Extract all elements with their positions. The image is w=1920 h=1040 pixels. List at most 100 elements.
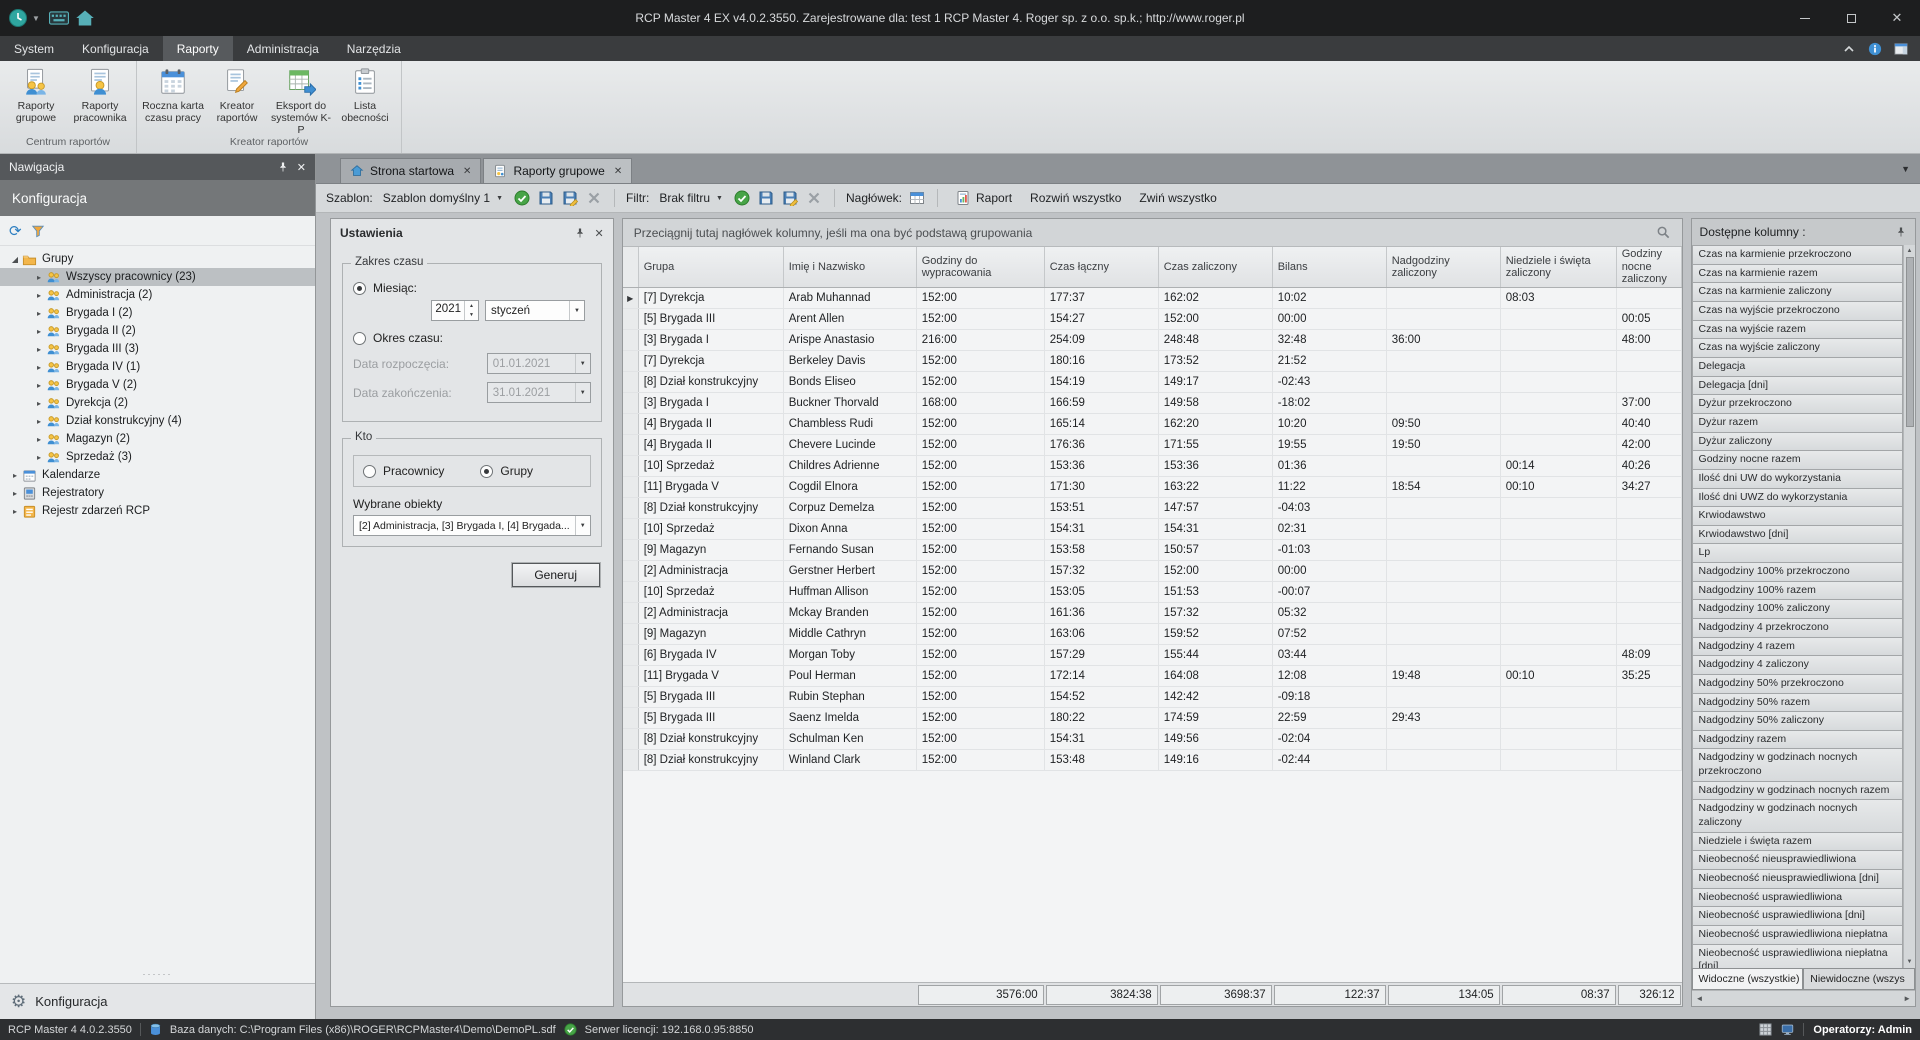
table-row[interactable]: [2] AdministracjaMckay Branden152:00161:… xyxy=(623,603,1682,624)
scrollbar-thumb[interactable] xyxy=(1906,257,1914,427)
ribbon-button-raporty-grupowe[interactable]: Raporty grupowe xyxy=(4,64,68,136)
column-header-niedziele-i-święta-zaliczony[interactable]: Niedziele i święta zaliczony xyxy=(1501,247,1617,287)
available-column-item[interactable]: Nadgodziny w godzinach nocnych przekrocz… xyxy=(1692,749,1903,781)
vertical-scrollbar[interactable]: ▲ ▼ xyxy=(1903,245,1915,968)
available-column-item[interactable]: Czas na wyjście zaliczony xyxy=(1692,339,1903,358)
column-header-nadgodziny-zaliczony[interactable]: Nadgodziny zaliczony xyxy=(1387,247,1501,287)
keyboard-icon[interactable] xyxy=(46,6,72,30)
collapsed-icon[interactable]: ▸ xyxy=(32,327,46,336)
table-row[interactable]: [8] Dział konstrukcyjnyBonds Eliseo152:0… xyxy=(623,372,1682,393)
available-column-item[interactable]: Nadgodziny w godzinach nocnych razem xyxy=(1692,782,1903,801)
wybrane-obiekty-combo[interactable]: [2] Administracja, [3] Brygada I, [4] Br… xyxy=(353,515,591,536)
available-column-item[interactable]: Czas na karmienie zaliczony xyxy=(1692,283,1903,302)
save-filter-icon[interactable] xyxy=(757,189,775,207)
menu-administracja[interactable]: Administracja xyxy=(233,36,333,61)
collapsed-icon[interactable]: ▸ xyxy=(32,363,46,372)
table-row[interactable]: [11] Brygada VPoul Herman152:00172:14164… xyxy=(623,666,1682,687)
table-row[interactable]: [10] SprzedażDixon Anna152:00154:31154:3… xyxy=(623,519,1682,540)
expanded-icon[interactable]: ◢ xyxy=(8,255,22,264)
okres-czasu-radio[interactable]: Okres czasu: xyxy=(353,331,591,345)
apply-template-icon[interactable] xyxy=(513,189,531,207)
group-by-hint-bar[interactable]: Przeciągnij tutaj nagłówek kolumny, jeśl… xyxy=(623,219,1682,247)
save-template-icon[interactable] xyxy=(537,189,555,207)
available-column-item[interactable]: Lp xyxy=(1692,544,1903,563)
available-column-item[interactable]: Czas na wyjście razem xyxy=(1692,321,1903,340)
tree-item-magazyn-2[interactable]: ▸Magazyn (2) xyxy=(0,430,315,448)
zwin-wszystko-button[interactable]: Zwiń wszystko xyxy=(1133,189,1222,207)
tab-list-chevron-icon[interactable]: ▼ xyxy=(1901,164,1910,174)
ribbon-button-lista-obecności[interactable]: Lista obecności xyxy=(333,64,397,136)
tree-item-sprzedaż-3[interactable]: ▸Sprzedaż (3) xyxy=(0,448,315,466)
available-column-item[interactable]: Czas na karmienie razem xyxy=(1692,265,1903,284)
available-column-item[interactable]: Nieobecność usprawiedliwiona [dni] xyxy=(1692,907,1903,926)
available-column-item[interactable]: Nieobecność nieusprawiedliwiona xyxy=(1692,851,1903,870)
column-header-godziny-do-wypracowania[interactable]: Godziny do wypracowania xyxy=(917,247,1045,287)
table-row[interactable]: [8] Dział konstrukcyjnyWinland Clark152:… xyxy=(623,750,1682,771)
refresh-icon[interactable]: ⟳ xyxy=(9,222,22,240)
tree-item-brygada-v-2[interactable]: ▸Brygada V (2) xyxy=(0,376,315,394)
ribbon-button-roczna-karta-czasu-pracy[interactable]: Roczna karta czasu pracy xyxy=(141,64,205,136)
close-button[interactable]: ✕ xyxy=(1874,0,1920,36)
ribbon-button-kreator-raportów[interactable]: Kreator raportów xyxy=(205,64,269,136)
available-column-item[interactable]: Nieobecność nieusprawiedliwiona [dni] xyxy=(1692,870,1903,889)
generuj-button[interactable]: Generuj xyxy=(512,563,600,587)
scroll-down-icon[interactable]: ▼ xyxy=(1907,956,1913,968)
available-column-item[interactable]: Dyżur zaliczony xyxy=(1692,433,1903,452)
collapsed-icon[interactable]: ▸ xyxy=(32,291,46,300)
grid-icon[interactable] xyxy=(1759,1023,1772,1036)
available-column-item[interactable]: Nadgodziny 100% zaliczony xyxy=(1692,600,1903,619)
available-column-item[interactable]: Delegacja [dni] xyxy=(1692,377,1903,396)
tab-raporty-grupowe[interactable]: Raporty grupowe✕ xyxy=(483,158,632,183)
table-row[interactable]: [8] Dział konstrukcyjnyCorpuz Demelza152… xyxy=(623,498,1682,519)
available-column-item[interactable]: Krwiodawstwo [dni] xyxy=(1692,526,1903,545)
available-column-item[interactable]: Nadgodziny 100% przekroczono xyxy=(1692,563,1903,582)
available-column-item[interactable]: Czas na wyjście przekroczono xyxy=(1692,302,1903,321)
save-filter-as-icon[interactable] xyxy=(781,189,799,207)
delete-template-icon[interactable] xyxy=(585,189,603,207)
raport-button[interactable]: Raport xyxy=(949,188,1018,208)
info-icon[interactable] xyxy=(1868,42,1882,56)
scroll-left-icon[interactable]: ◄ xyxy=(1696,994,1704,1003)
ribbon-button-raporty-pracownika[interactable]: Raporty pracownika xyxy=(68,64,132,136)
horizontal-scrollbar[interactable]: ◄ ► xyxy=(1692,990,1915,1006)
table-row[interactable]: [10] SprzedażHuffman Allison152:00153:05… xyxy=(623,582,1682,603)
tree-item-dyrekcja-2[interactable]: ▸Dyrekcja (2) xyxy=(0,394,315,412)
table-row[interactable]: [5] Brygada IIISaenz Imelda152:00180:221… xyxy=(623,708,1682,729)
available-column-item[interactable]: Nadgodziny 4 zaliczony xyxy=(1692,656,1903,675)
tree-item-grupy[interactable]: ◢Grupy xyxy=(0,250,315,268)
column-header-grupa[interactable]: Grupa xyxy=(639,247,784,287)
menu-konfiguracja[interactable]: Konfiguracja xyxy=(68,36,163,61)
table-row[interactable]: [11] Brygada VCogdil Elnora152:00171:301… xyxy=(623,477,1682,498)
home-icon[interactable] xyxy=(72,6,98,30)
menu-raporty[interactable]: Raporty xyxy=(163,36,233,61)
tree-item-kalendarze[interactable]: ▸Kalendarze xyxy=(0,466,315,484)
collapsed-icon[interactable]: ▸ xyxy=(8,489,22,498)
tab-strona-startowa[interactable]: Strona startowa✕ xyxy=(340,158,481,183)
collapsed-icon[interactable]: ▸ xyxy=(32,345,46,354)
nav-module-konfiguracja[interactable]: ⚙ Konfiguracja xyxy=(0,983,315,1019)
pin-icon[interactable] xyxy=(1895,226,1907,238)
table-row[interactable]: [7] DyrekcjaBerkeley Davis152:00180:1617… xyxy=(623,351,1682,372)
table-row[interactable]: [4] Brygada IIChevere Lucinde152:00176:3… xyxy=(623,435,1682,456)
available-column-item[interactable]: Nadgodziny 50% zaliczony xyxy=(1692,712,1903,731)
available-column-item[interactable]: Nadgodziny w godzinach nocnych zaliczony xyxy=(1692,800,1903,832)
quick-access-caret-icon[interactable]: ▼ xyxy=(32,14,40,23)
maximize-button[interactable] xyxy=(1828,0,1874,36)
available-column-item[interactable]: Krwiodawstwo xyxy=(1692,507,1903,526)
table-row[interactable]: [3] Brygada IArispe Anastasio216:00254:0… xyxy=(623,330,1682,351)
filter-icon[interactable] xyxy=(31,224,45,238)
available-column-item[interactable]: Niedziele i święta razem xyxy=(1692,833,1903,852)
nav-splitter-handle[interactable]: ······ xyxy=(0,969,315,983)
table-row[interactable]: [5] Brygada IIIRubin Stephan152:00154:52… xyxy=(623,687,1682,708)
scroll-right-icon[interactable]: ► xyxy=(1903,994,1911,1003)
available-column-item[interactable]: Nieobecność usprawiedliwiona niepłatna xyxy=(1692,926,1903,945)
tree-item-brygada-ii-2[interactable]: ▸Brygada II (2) xyxy=(0,322,315,340)
tree-item-brygada-iv-1[interactable]: ▸Brygada IV (1) xyxy=(0,358,315,376)
available-column-item[interactable]: Ilość dni UW do wykorzystania xyxy=(1692,470,1903,489)
collapsed-icon[interactable]: ▸ xyxy=(32,453,46,462)
available-column-item[interactable]: Godziny nocne razem xyxy=(1692,451,1903,470)
available-column-item[interactable]: Dyżur przekroczono xyxy=(1692,395,1903,414)
column-header-bilans[interactable]: Bilans xyxy=(1273,247,1387,287)
available-column-item[interactable]: Nieobecność usprawiedliwiona xyxy=(1692,889,1903,908)
column-header-imię-i-nazwisko[interactable]: Imię i Nazwisko xyxy=(784,247,917,287)
